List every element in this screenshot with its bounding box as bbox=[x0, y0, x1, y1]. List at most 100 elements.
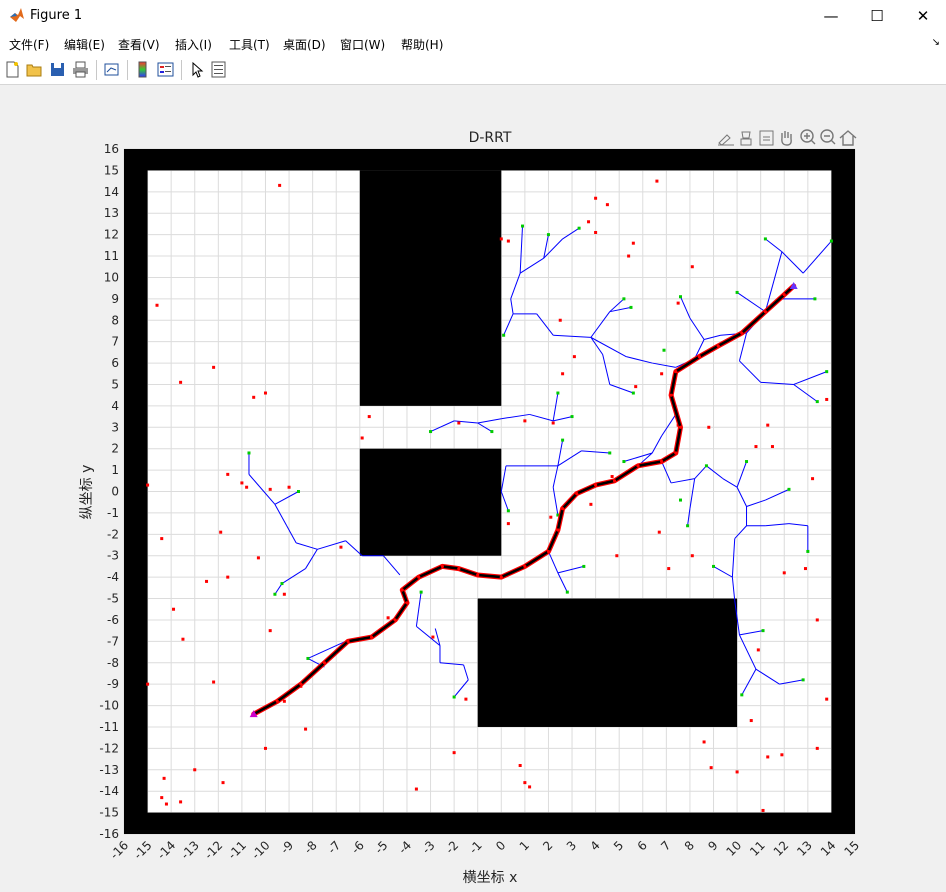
tree-node bbox=[506, 509, 510, 513]
tree-node bbox=[740, 693, 744, 697]
export-icon[interactable] bbox=[759, 130, 774, 146]
tree-node bbox=[306, 656, 310, 660]
tree-node bbox=[815, 400, 819, 404]
matlab-logo-icon bbox=[10, 8, 24, 22]
path-waypoint bbox=[674, 370, 678, 374]
maximize-button[interactable]: ☐ bbox=[854, 0, 900, 32]
menu-tools[interactable]: 工具(T) bbox=[229, 36, 270, 53]
sample-point bbox=[770, 445, 774, 449]
y-tick-label: -9 bbox=[107, 677, 119, 691]
zoom-out-icon[interactable] bbox=[820, 129, 836, 145]
print-icon[interactable] bbox=[72, 61, 89, 78]
brush-icon[interactable] bbox=[718, 134, 734, 146]
tree-node bbox=[570, 415, 574, 419]
y-tick-label: -16 bbox=[99, 827, 119, 841]
tree-node bbox=[763, 237, 767, 241]
path-waypoint bbox=[546, 549, 551, 554]
y-tick-label: -2 bbox=[107, 527, 119, 541]
x-tick-label: -5 bbox=[372, 838, 390, 856]
x-tick-label: 15 bbox=[841, 838, 862, 859]
sample-point bbox=[212, 680, 216, 684]
y-tick-label: 4 bbox=[111, 399, 119, 413]
toolbar-dock-arrow-icon[interactable]: ↘ bbox=[932, 37, 940, 48]
d-rrt-plot[interactable]: -16 -15 -14 -13 -12 -11 -10 -9 -8 -7 -6 -5 -4 -3 -2 -1 0… bbox=[2, 85, 944, 888]
menu-edit[interactable]: 编辑(E) bbox=[64, 36, 105, 53]
x-tick-label: -14 bbox=[155, 838, 179, 862]
sample-point bbox=[811, 477, 815, 481]
menu-view[interactable]: 查看(V) bbox=[118, 36, 160, 53]
sample-point bbox=[282, 699, 286, 703]
tree-node bbox=[787, 487, 791, 491]
sample-point bbox=[212, 365, 216, 369]
menu-file[interactable]: 文件(F) bbox=[9, 36, 49, 53]
save-icon[interactable] bbox=[49, 61, 66, 78]
sample-point bbox=[160, 796, 164, 800]
y-tick-label: 14 bbox=[104, 185, 119, 199]
sample-point bbox=[414, 787, 418, 791]
x-tick-label: -8 bbox=[301, 838, 319, 856]
open-file-icon[interactable] bbox=[26, 61, 43, 78]
sample-point bbox=[386, 616, 390, 620]
tree-node bbox=[296, 490, 300, 493]
path-waypoint bbox=[275, 699, 279, 703]
tree-node bbox=[546, 233, 550, 237]
tree-node bbox=[429, 430, 433, 434]
x-tick-label: -6 bbox=[349, 838, 367, 856]
sample-point bbox=[518, 764, 522, 767]
y-tick-label: 15 bbox=[104, 163, 119, 177]
sample-point bbox=[256, 556, 260, 560]
sample-point bbox=[263, 746, 267, 750]
tree-node bbox=[679, 498, 683, 502]
sample-point bbox=[179, 800, 183, 804]
zoom-in-icon[interactable] bbox=[800, 129, 816, 145]
sample-point bbox=[815, 618, 819, 622]
sample-point bbox=[268, 487, 272, 491]
sample-point bbox=[676, 301, 680, 305]
sample-point bbox=[452, 751, 456, 755]
sample-point bbox=[464, 697, 468, 701]
sample-point bbox=[655, 179, 659, 183]
figure-canvas: -16 -15 -14 -13 -12 -11 -10 -9 -8 -7 -6 -5 -4 -3 -2 -1 0… bbox=[2, 85, 944, 888]
home-icon[interactable] bbox=[839, 130, 857, 146]
insert-colorbar-icon[interactable] bbox=[134, 61, 151, 78]
x-tick-label: -12 bbox=[202, 838, 226, 862]
outer-wall bbox=[831, 149, 855, 834]
y-tick-labels: 161514131211109876543210-1-2-3-4-5-6-7-8… bbox=[99, 142, 119, 841]
menu-window[interactable]: 窗口(W) bbox=[340, 36, 385, 53]
menu-insert[interactable]: 插入(I) bbox=[175, 36, 212, 53]
menu-desktop[interactable]: 桌面(D) bbox=[283, 36, 326, 53]
close-button[interactable]: ✕ bbox=[900, 0, 946, 32]
path-waypoint bbox=[369, 635, 374, 639]
path-waypoint bbox=[660, 459, 664, 464]
sample-point bbox=[707, 425, 711, 429]
x-tick-label: -3 bbox=[419, 838, 437, 856]
x-axis-label: 横坐标 x bbox=[463, 870, 518, 886]
y-tick-label: 0 bbox=[111, 485, 119, 499]
data-tip-icon[interactable] bbox=[740, 131, 752, 146]
pan-icon[interactable] bbox=[781, 131, 792, 146]
property-inspector-icon[interactable] bbox=[210, 61, 227, 78]
minimize-button[interactable]: — bbox=[808, 0, 854, 32]
obstacle-top bbox=[359, 170, 502, 406]
y-tick-label: -6 bbox=[107, 613, 119, 627]
sample-point bbox=[172, 607, 176, 611]
path-waypoint bbox=[697, 355, 701, 359]
y-tick-label: -10 bbox=[99, 699, 119, 713]
edit-plot-icon[interactable] bbox=[188, 61, 205, 78]
new-figure-icon[interactable] bbox=[4, 61, 21, 78]
y-tick-label: -7 bbox=[107, 634, 119, 648]
path-waypoint bbox=[636, 464, 640, 468]
tree-node bbox=[565, 590, 569, 594]
outer-wall bbox=[124, 149, 855, 171]
insert-legend-icon[interactable] bbox=[157, 61, 174, 78]
tree-node bbox=[521, 224, 525, 228]
sample-point bbox=[226, 472, 230, 476]
link-plot-icon[interactable] bbox=[103, 61, 120, 78]
sample-point bbox=[702, 740, 706, 744]
tree-node bbox=[561, 438, 565, 442]
x-tick-labels: -16 -15 -14 -13 -12 -11 -10 -9 -8 -7 -6 -5 -4 -3 -2 -1 0… bbox=[107, 838, 862, 862]
path-waypoint bbox=[322, 661, 327, 665]
sample-point bbox=[205, 579, 209, 583]
menu-help[interactable]: 帮助(H) bbox=[401, 36, 443, 53]
x-tick-label: 14 bbox=[818, 838, 839, 859]
